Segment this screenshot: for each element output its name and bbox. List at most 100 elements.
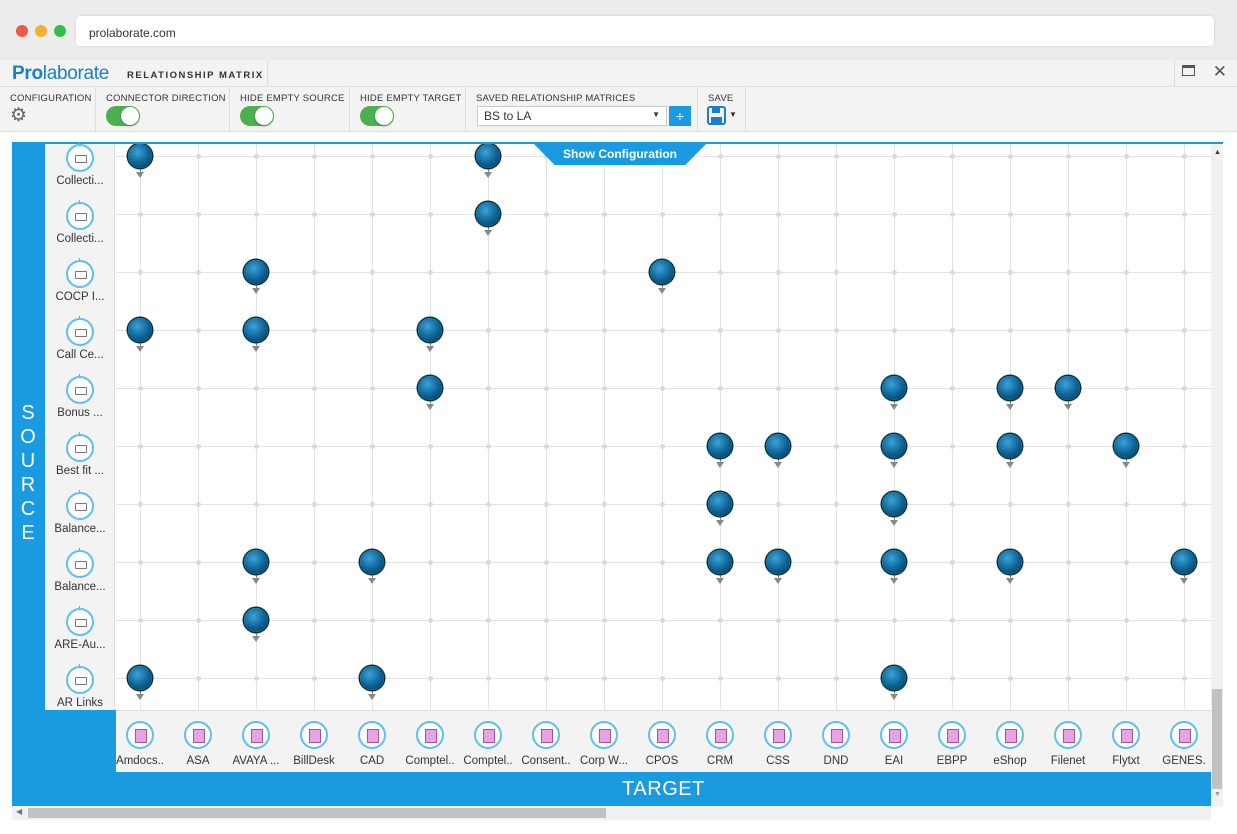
relationship-node[interactable] — [360, 550, 384, 574]
relationship-node[interactable] — [708, 492, 732, 516]
grid-cell-dot[interactable] — [892, 270, 897, 275]
add-matrix-button[interactable]: + — [669, 106, 691, 126]
saved-matrices-select[interactable]: BS to LA ▼ — [477, 106, 667, 126]
target-item[interactable]: DND — [807, 711, 865, 773]
horizontal-scrollbar[interactable]: ◀ — [12, 806, 1211, 820]
grid-cell-dot[interactable] — [776, 154, 781, 159]
grid-cell-dot[interactable] — [312, 154, 317, 159]
grid-cell-dot[interactable] — [196, 270, 201, 275]
window-zoom-dot[interactable] — [54, 25, 66, 37]
relationship-node[interactable] — [766, 434, 790, 458]
grid-cell-dot[interactable] — [892, 154, 897, 159]
grid-cell-dot[interactable] — [312, 328, 317, 333]
relationship-node[interactable] — [244, 318, 268, 342]
grid-cell-dot[interactable] — [428, 444, 433, 449]
grid-cell-dot[interactable] — [1066, 560, 1071, 565]
grid-cell-dot[interactable] — [892, 328, 897, 333]
grid-cell-dot[interactable] — [1008, 154, 1013, 159]
grid-cell-dot[interactable] — [1182, 386, 1187, 391]
grid-cell-dot[interactable] — [834, 154, 839, 159]
source-item[interactable]: Collecti... — [45, 200, 115, 258]
target-item[interactable]: CSS — [749, 711, 807, 773]
source-item[interactable]: Best fit ... — [45, 432, 115, 490]
grid-cell-dot[interactable] — [1124, 212, 1129, 217]
grid-cell-dot[interactable] — [660, 212, 665, 217]
target-item[interactable]: BillDesk — [285, 711, 343, 773]
grid-cell-dot[interactable] — [892, 212, 897, 217]
grid-cell-dot[interactable] — [370, 386, 375, 391]
grid-cell-dot[interactable] — [138, 270, 143, 275]
grid-cell-dot[interactable] — [1066, 676, 1071, 681]
grid-cell-dot[interactable] — [1066, 502, 1071, 507]
relationship-node[interactable] — [708, 550, 732, 574]
grid-cell-dot[interactable] — [660, 676, 665, 681]
grid-cell-dot[interactable] — [776, 212, 781, 217]
relationship-node[interactable] — [128, 318, 152, 342]
source-item[interactable]: Call Ce... — [45, 316, 115, 374]
grid-cell-dot[interactable] — [660, 618, 665, 623]
grid-cell-dot[interactable] — [1008, 328, 1013, 333]
grid-cell-dot[interactable] — [196, 386, 201, 391]
grid-cell-dot[interactable] — [196, 502, 201, 507]
grid-cell-dot[interactable] — [950, 444, 955, 449]
relationship-node[interactable] — [998, 434, 1022, 458]
grid-cell-dot[interactable] — [138, 444, 143, 449]
grid-cell-dot[interactable] — [486, 676, 491, 681]
grid-cell-dot[interactable] — [1182, 328, 1187, 333]
grid-cell-dot[interactable] — [1124, 560, 1129, 565]
grid-cell-dot[interactable] — [834, 386, 839, 391]
relationship-node[interactable] — [882, 434, 906, 458]
hide-empty-source-toggle[interactable] — [240, 106, 274, 126]
grid-cell-dot[interactable] — [834, 676, 839, 681]
grid-cell-dot[interactable] — [1182, 618, 1187, 623]
source-item[interactable]: Bonus ... — [45, 374, 115, 432]
relationship-node[interactable] — [244, 260, 268, 284]
grid-cell-dot[interactable] — [602, 502, 607, 507]
grid-cell-dot[interactable] — [660, 502, 665, 507]
grid-cell-dot[interactable] — [1008, 618, 1013, 623]
grid-cell-dot[interactable] — [1066, 270, 1071, 275]
grid-cell-dot[interactable] — [196, 618, 201, 623]
close-icon[interactable]: ✕ — [1213, 62, 1227, 82]
grid-cell-dot[interactable] — [486, 386, 491, 391]
grid-cell-dot[interactable] — [370, 328, 375, 333]
grid-cell-dot[interactable] — [196, 676, 201, 681]
relationship-node[interactable] — [1056, 376, 1080, 400]
relationship-node[interactable] — [244, 608, 268, 632]
relationship-node[interactable] — [418, 318, 442, 342]
grid-cell-dot[interactable] — [834, 502, 839, 507]
grid-cell-dot[interactable] — [602, 386, 607, 391]
source-item[interactable]: Balance... — [45, 548, 115, 606]
grid-cell-dot[interactable] — [254, 444, 259, 449]
target-item[interactable]: EBPP — [923, 711, 981, 773]
target-item[interactable]: Comptel.. — [459, 711, 517, 773]
grid-cell-dot[interactable] — [196, 328, 201, 333]
grid-cell-dot[interactable] — [1124, 270, 1129, 275]
grid-cell-dot[interactable] — [428, 154, 433, 159]
grid-cell-dot[interactable] — [138, 502, 143, 507]
grid-cell-dot[interactable] — [138, 560, 143, 565]
grid-cell-dot[interactable] — [544, 676, 549, 681]
grid-cell-dot[interactable] — [428, 270, 433, 275]
scroll-left-arrow-icon[interactable]: ◀ — [16, 807, 22, 816]
grid-cell-dot[interactable] — [1182, 444, 1187, 449]
grid-cell-dot[interactable] — [312, 212, 317, 217]
grid-cell-dot[interactable] — [660, 386, 665, 391]
grid-cell-dot[interactable] — [428, 618, 433, 623]
target-item[interactable]: Flytxt — [1097, 711, 1155, 773]
grid-cell-dot[interactable] — [660, 444, 665, 449]
target-item[interactable]: Comptel.. — [401, 711, 459, 773]
grid-cell-dot[interactable] — [544, 386, 549, 391]
relationship-node[interactable] — [360, 666, 384, 690]
grid-cell-dot[interactable] — [776, 618, 781, 623]
relationship-node[interactable] — [882, 376, 906, 400]
grid-cell-dot[interactable] — [428, 212, 433, 217]
grid-cell-dot[interactable] — [486, 618, 491, 623]
grid-cell-dot[interactable] — [602, 560, 607, 565]
grid-cell-dot[interactable] — [486, 502, 491, 507]
relationship-node[interactable] — [998, 550, 1022, 574]
grid-cell-dot[interactable] — [1008, 502, 1013, 507]
grid-cell-dot[interactable] — [544, 328, 549, 333]
grid-cell-dot[interactable] — [1124, 154, 1129, 159]
show-configuration-button[interactable]: Show Configuration — [534, 144, 706, 165]
